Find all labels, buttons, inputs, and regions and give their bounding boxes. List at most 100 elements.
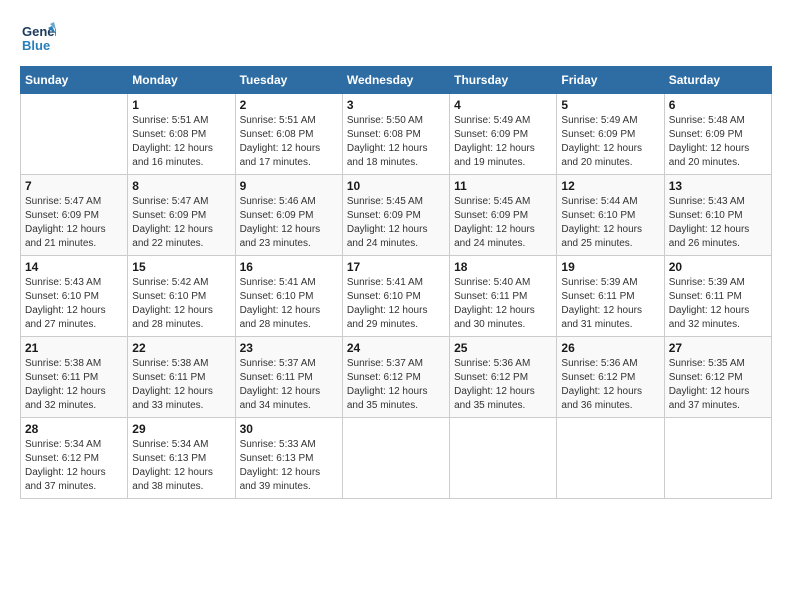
calendar-cell: 12 Sunrise: 5:44 AM Sunset: 6:10 PM Dayli… bbox=[557, 175, 664, 256]
calendar-cell: 4 Sunrise: 5:49 AM Sunset: 6:09 PM Daylig… bbox=[450, 94, 557, 175]
day-info: Sunrise: 5:42 AM Sunset: 6:10 PM Dayligh… bbox=[132, 276, 230, 332]
weekday-header-monday: Monday bbox=[128, 67, 235, 94]
day-number: 4 bbox=[454, 98, 552, 112]
calendar-cell bbox=[342, 418, 449, 499]
day-number: 1 bbox=[132, 98, 230, 112]
svg-text:Blue: Blue bbox=[22, 38, 50, 53]
calendar-cell bbox=[450, 418, 557, 499]
day-number: 13 bbox=[669, 179, 767, 193]
day-number: 30 bbox=[240, 422, 338, 436]
day-number: 23 bbox=[240, 341, 338, 355]
calendar-cell: 16 Sunrise: 5:41 AM Sunset: 6:10 PM Dayli… bbox=[235, 256, 342, 337]
calendar-cell bbox=[557, 418, 664, 499]
day-number: 29 bbox=[132, 422, 230, 436]
weekday-header-tuesday: Tuesday bbox=[235, 67, 342, 94]
calendar-cell: 23 Sunrise: 5:37 AM Sunset: 6:11 PM Dayli… bbox=[235, 337, 342, 418]
day-number: 24 bbox=[347, 341, 445, 355]
day-number: 25 bbox=[454, 341, 552, 355]
day-info: Sunrise: 5:39 AM Sunset: 6:11 PM Dayligh… bbox=[669, 276, 767, 332]
day-info: Sunrise: 5:38 AM Sunset: 6:11 PM Dayligh… bbox=[132, 357, 230, 413]
page-header: General Blue bbox=[20, 20, 772, 56]
day-info: Sunrise: 5:34 AM Sunset: 6:13 PM Dayligh… bbox=[132, 438, 230, 494]
calendar-cell: 20 Sunrise: 5:39 AM Sunset: 6:11 PM Dayli… bbox=[664, 256, 771, 337]
day-number: 3 bbox=[347, 98, 445, 112]
day-info: Sunrise: 5:35 AM Sunset: 6:12 PM Dayligh… bbox=[669, 357, 767, 413]
calendar-cell: 27 Sunrise: 5:35 AM Sunset: 6:12 PM Dayli… bbox=[664, 337, 771, 418]
day-number: 9 bbox=[240, 179, 338, 193]
calendar-cell: 13Sunrise: 5:43 AM Sunset: 6:10 PM Dayli… bbox=[664, 175, 771, 256]
calendar-cell: 25 Sunrise: 5:36 AM Sunset: 6:12 PM Dayli… bbox=[450, 337, 557, 418]
day-info: Sunrise: 5:34 AM Sunset: 6:12 PM Dayligh… bbox=[25, 438, 123, 494]
day-info: Sunrise: 5:37 AM Sunset: 6:12 PM Dayligh… bbox=[347, 357, 445, 413]
day-number: 19 bbox=[561, 260, 659, 274]
day-info: Sunrise: 5:44 AM Sunset: 6:10 PM Dayligh… bbox=[561, 195, 659, 251]
day-number: 11 bbox=[454, 179, 552, 193]
day-info: Sunrise: 5:48 AM Sunset: 6:09 PM Dayligh… bbox=[669, 114, 767, 170]
calendar-cell: 30 Sunrise: 5:33 AM Sunset: 6:13 PM Dayli… bbox=[235, 418, 342, 499]
day-number: 27 bbox=[669, 341, 767, 355]
calendar-cell: 6 Sunrise: 5:48 AM Sunset: 6:09 PM Daylig… bbox=[664, 94, 771, 175]
day-info: Sunrise: 5:49 AM Sunset: 6:09 PM Dayligh… bbox=[561, 114, 659, 170]
calendar-cell: 17Sunrise: 5:41 AM Sunset: 6:10 PM Dayli… bbox=[342, 256, 449, 337]
day-info: Sunrise: 5:33 AM Sunset: 6:13 PM Dayligh… bbox=[240, 438, 338, 494]
day-number: 5 bbox=[561, 98, 659, 112]
day-number: 7 bbox=[25, 179, 123, 193]
day-number: 2 bbox=[240, 98, 338, 112]
weekday-header-row: SundayMondayTuesdayWednesdayThursdayFrid… bbox=[21, 67, 772, 94]
day-info: Sunrise: 5:36 AM Sunset: 6:12 PM Dayligh… bbox=[561, 357, 659, 413]
day-info: Sunrise: 5:40 AM Sunset: 6:11 PM Dayligh… bbox=[454, 276, 552, 332]
day-number: 26 bbox=[561, 341, 659, 355]
day-info: Sunrise: 5:51 AM Sunset: 6:08 PM Dayligh… bbox=[132, 114, 230, 170]
calendar-cell: 1 Sunrise: 5:51 AM Sunset: 6:08 PM Daylig… bbox=[128, 94, 235, 175]
svg-text:General: General bbox=[22, 24, 56, 39]
calendar-cell: 10 Sunrise: 5:45 AM Sunset: 6:09 PM Dayli… bbox=[342, 175, 449, 256]
day-info: Sunrise: 5:47 AM Sunset: 6:09 PM Dayligh… bbox=[132, 195, 230, 251]
calendar-cell bbox=[664, 418, 771, 499]
calendar-cell: 11 Sunrise: 5:45 AM Sunset: 6:09 PM Dayli… bbox=[450, 175, 557, 256]
calendar-cell: 2Sunrise: 5:51 AM Sunset: 6:08 PM Daylig… bbox=[235, 94, 342, 175]
calendar-cell bbox=[21, 94, 128, 175]
calendar-week-row: 14 Sunrise: 5:43 AM Sunset: 6:10 PM Dayli… bbox=[21, 256, 772, 337]
day-info: Sunrise: 5:37 AM Sunset: 6:11 PM Dayligh… bbox=[240, 357, 338, 413]
day-number: 12 bbox=[561, 179, 659, 193]
day-number: 15 bbox=[132, 260, 230, 274]
day-number: 6 bbox=[669, 98, 767, 112]
calendar-week-row: 1 Sunrise: 5:51 AM Sunset: 6:08 PM Daylig… bbox=[21, 94, 772, 175]
day-number: 18 bbox=[454, 260, 552, 274]
weekday-header-thursday: Thursday bbox=[450, 67, 557, 94]
day-info: Sunrise: 5:38 AM Sunset: 6:11 PM Dayligh… bbox=[25, 357, 123, 413]
logo: General Blue bbox=[20, 20, 56, 56]
calendar-week-row: 21 Sunrise: 5:38 AM Sunset: 6:11 PM Dayli… bbox=[21, 337, 772, 418]
calendar-week-row: 28 Sunrise: 5:34 AM Sunset: 6:12 PM Dayli… bbox=[21, 418, 772, 499]
day-info: Sunrise: 5:41 AM Sunset: 6:10 PM Dayligh… bbox=[240, 276, 338, 332]
day-info: Sunrise: 5:41 AM Sunset: 6:10 PM Dayligh… bbox=[347, 276, 445, 332]
calendar-week-row: 7 Sunrise: 5:47 AM Sunset: 6:09 PM Daylig… bbox=[21, 175, 772, 256]
day-info: Sunrise: 5:49 AM Sunset: 6:09 PM Dayligh… bbox=[454, 114, 552, 170]
day-info: Sunrise: 5:43 AM Sunset: 6:10 PM Dayligh… bbox=[25, 276, 123, 332]
day-number: 21 bbox=[25, 341, 123, 355]
weekday-header-friday: Friday bbox=[557, 67, 664, 94]
calendar-cell: 26 Sunrise: 5:36 AM Sunset: 6:12 PM Dayli… bbox=[557, 337, 664, 418]
day-info: Sunrise: 5:47 AM Sunset: 6:09 PM Dayligh… bbox=[25, 195, 123, 251]
day-number: 14 bbox=[25, 260, 123, 274]
calendar-cell: 29 Sunrise: 5:34 AM Sunset: 6:13 PM Dayli… bbox=[128, 418, 235, 499]
calendar-cell: 22 Sunrise: 5:38 AM Sunset: 6:11 PM Dayli… bbox=[128, 337, 235, 418]
day-info: Sunrise: 5:45 AM Sunset: 6:09 PM Dayligh… bbox=[454, 195, 552, 251]
day-info: Sunrise: 5:45 AM Sunset: 6:09 PM Dayligh… bbox=[347, 195, 445, 251]
weekday-header-sunday: Sunday bbox=[21, 67, 128, 94]
calendar-cell: 14 Sunrise: 5:43 AM Sunset: 6:10 PM Dayli… bbox=[21, 256, 128, 337]
general-blue-logo-icon: General Blue bbox=[20, 20, 56, 56]
day-number: 22 bbox=[132, 341, 230, 355]
weekday-header-saturday: Saturday bbox=[664, 67, 771, 94]
calendar-cell: 28 Sunrise: 5:34 AM Sunset: 6:12 PM Dayli… bbox=[21, 418, 128, 499]
day-number: 28 bbox=[25, 422, 123, 436]
calendar-table: SundayMondayTuesdayWednesdayThursdayFrid… bbox=[20, 66, 772, 499]
day-info: Sunrise: 5:39 AM Sunset: 6:11 PM Dayligh… bbox=[561, 276, 659, 332]
day-number: 10 bbox=[347, 179, 445, 193]
calendar-cell: 3Sunrise: 5:50 AM Sunset: 6:08 PM Daylig… bbox=[342, 94, 449, 175]
day-number: 16 bbox=[240, 260, 338, 274]
calendar-cell: 21 Sunrise: 5:38 AM Sunset: 6:11 PM Dayli… bbox=[21, 337, 128, 418]
weekday-header-wednesday: Wednesday bbox=[342, 67, 449, 94]
day-info: Sunrise: 5:36 AM Sunset: 6:12 PM Dayligh… bbox=[454, 357, 552, 413]
day-number: 20 bbox=[669, 260, 767, 274]
